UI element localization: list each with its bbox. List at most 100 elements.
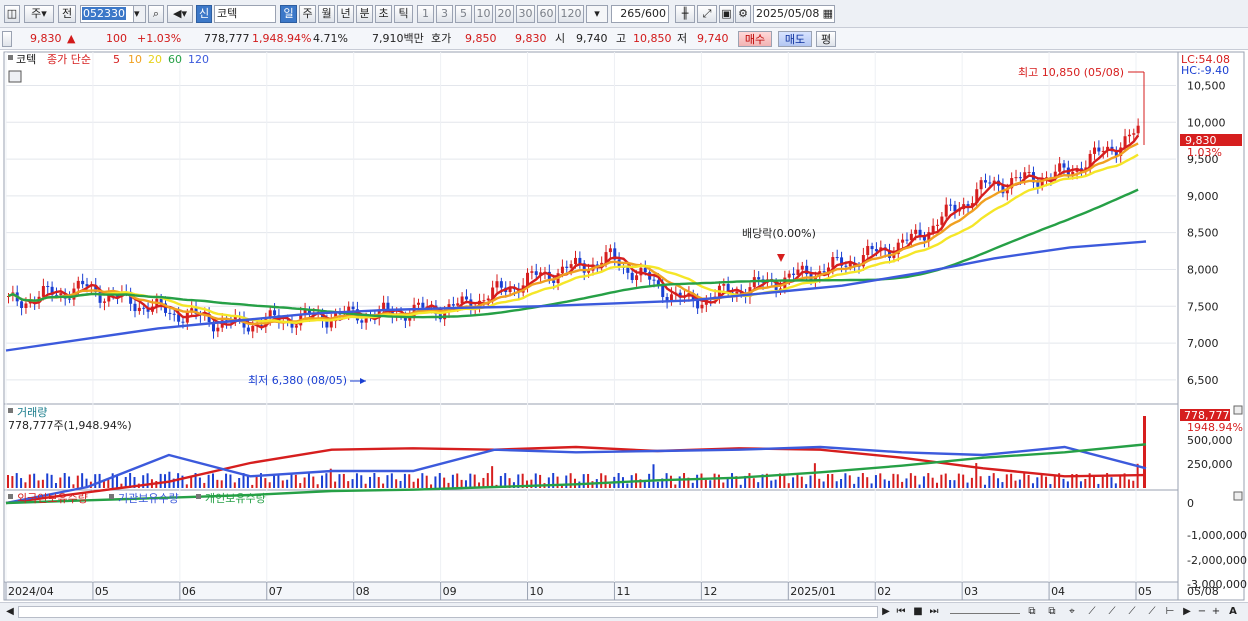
candle-type-icon[interactable]: ╫ — [675, 5, 695, 23]
n-button-20[interactable]: 20 — [495, 5, 514, 23]
last-icon[interactable]: ⏭ — [928, 605, 940, 620]
candle-body — [421, 302, 425, 308]
prev-button[interactable]: 전 — [58, 5, 76, 23]
speaker-icon[interactable]: ◀▾ — [167, 5, 193, 23]
search-icon[interactable]: ⌕ — [148, 5, 164, 23]
holdings-close-icon[interactable] — [1233, 491, 1243, 501]
volume-bar — [892, 473, 895, 488]
volume-bar — [334, 481, 337, 488]
volume-bar — [853, 483, 856, 488]
n-button-3[interactable]: 3 — [436, 5, 453, 23]
n-button-30[interactable]: 30 — [516, 5, 535, 23]
zoom-out-icon[interactable]: − — [1196, 605, 1208, 620]
volume-bar — [831, 473, 834, 488]
candle-body — [652, 279, 656, 281]
volume-bar — [992, 473, 995, 488]
pan-icon[interactable]: ⊢ — [1163, 605, 1177, 620]
volume-bar — [813, 463, 816, 488]
tf-year-button[interactable]: 년 — [337, 5, 354, 23]
stock-code-input[interactable]: 052330 ▾ — [80, 5, 146, 23]
volume-bar — [861, 473, 864, 488]
table-toggle-icon[interactable] — [8, 70, 22, 83]
copy-icon[interactable]: ⧉ — [1025, 605, 1039, 620]
draw-tool-icon[interactable]: ⤢ — [697, 5, 717, 23]
scroll-track[interactable] — [18, 606, 878, 618]
candle-body — [574, 257, 577, 265]
x-tick-label: 02 — [877, 585, 891, 598]
zoom-slider[interactable] — [950, 605, 1020, 614]
font-size-icon[interactable]: A — [1226, 605, 1240, 620]
volume-bar — [469, 473, 472, 488]
stock-name-field[interactable]: 코텍 — [214, 5, 276, 23]
tf-week-button[interactable]: 주 — [299, 5, 316, 23]
volume-bar — [652, 464, 655, 488]
gear-icon[interactable]: ⚙ — [735, 5, 751, 23]
reset-icon[interactable]: ▶ — [1180, 605, 1194, 620]
volume-bar — [307, 473, 310, 488]
volume-bar — [281, 480, 284, 488]
volume-close-icon[interactable] — [1233, 405, 1243, 415]
volume-bar — [159, 473, 162, 488]
chevron-down-icon[interactable]: ▾ — [133, 6, 145, 22]
holdings-ytick-2m: -2,000,000 — [1187, 554, 1247, 567]
scroll-left-icon[interactable]: ◀ — [4, 605, 16, 620]
tf-month-button[interactable]: 월 — [318, 5, 335, 23]
n-button-5[interactable]: 5 — [455, 5, 472, 23]
volume-bar — [290, 473, 293, 488]
volume-bar — [691, 482, 694, 488]
volume-bar — [1027, 474, 1030, 488]
fib-tool-icon[interactable]: ⟋ — [1125, 605, 1139, 620]
date-field[interactable]: 2025/05/08 ▦ — [753, 5, 835, 23]
period-select[interactable]: 주▾ — [24, 5, 54, 23]
volume-bar — [369, 476, 372, 488]
save-icon[interactable]: ▣ — [719, 5, 734, 23]
count-field[interactable]: 265/600 — [611, 5, 669, 23]
buy-button[interactable]: 매수 — [738, 31, 772, 47]
high-label: 고 — [616, 32, 627, 45]
volume-bar — [717, 474, 720, 488]
candle-body — [102, 301, 106, 303]
chart-area[interactable]: 6,5007,0007,5008,0008,5009,0009,50010,00… — [0, 50, 1248, 602]
hc-label: HC:-9.40 — [1181, 64, 1229, 77]
crosshair-icon[interactable]: ⌖ — [1065, 605, 1079, 620]
volume-bar — [386, 475, 389, 488]
n-button-1[interactable]: 1 — [417, 5, 434, 23]
window-menu-icon[interactable]: ◫ — [4, 5, 20, 23]
first-icon[interactable]: ⏮ — [895, 605, 907, 620]
n-select-chevron-icon[interactable]: ▾ — [586, 5, 608, 23]
volume-bar — [709, 480, 712, 488]
volume-bar — [704, 479, 707, 488]
tf-second-button[interactable]: 초 — [375, 5, 392, 23]
tf-tick-button[interactable]: 틱 — [394, 5, 413, 23]
candle-body — [216, 327, 220, 332]
tf-day-button[interactable]: 일 — [280, 5, 297, 23]
collapse-icon[interactable] — [2, 31, 12, 47]
volume-bar — [185, 484, 188, 488]
layout-icon[interactable]: ⧉ — [1045, 605, 1059, 620]
stop-icon[interactable]: ■ — [912, 605, 924, 620]
tf-minute-button[interactable]: 분 — [356, 5, 373, 23]
zoom-in-icon[interactable]: + — [1210, 605, 1222, 620]
price-ytick-label: 9,000 — [1187, 190, 1219, 203]
volume-bar — [63, 473, 66, 488]
sell-button[interactable]: 매도 — [778, 31, 812, 47]
volume-bar — [382, 483, 385, 488]
x-tick-label: 2024/04 — [8, 585, 54, 598]
volume-bar — [883, 479, 886, 488]
text-tool-icon[interactable]: ⟋ — [1145, 605, 1159, 620]
trend-tool-icon[interactable]: ⟋ — [1105, 605, 1119, 620]
n-button-60[interactable]: 60 — [537, 5, 556, 23]
change-arrow-icon: ▲ — [67, 32, 76, 45]
avg-button[interactable]: 평 — [816, 31, 836, 47]
candle-body — [486, 298, 490, 301]
volume-bar — [962, 474, 965, 488]
calendar-icon[interactable]: ▦ — [823, 6, 833, 22]
candle-body — [936, 224, 940, 226]
n-button-120[interactable]: 120 — [558, 5, 584, 23]
volume-bar — [1023, 473, 1026, 488]
scroll-right-icon[interactable]: ▶ — [880, 605, 892, 620]
n-button-10[interactable]: 10 — [474, 5, 493, 23]
line-tool-icon[interactable]: ⟋ — [1085, 605, 1099, 620]
candle-body — [246, 327, 250, 332]
volume-bar — [277, 473, 280, 488]
